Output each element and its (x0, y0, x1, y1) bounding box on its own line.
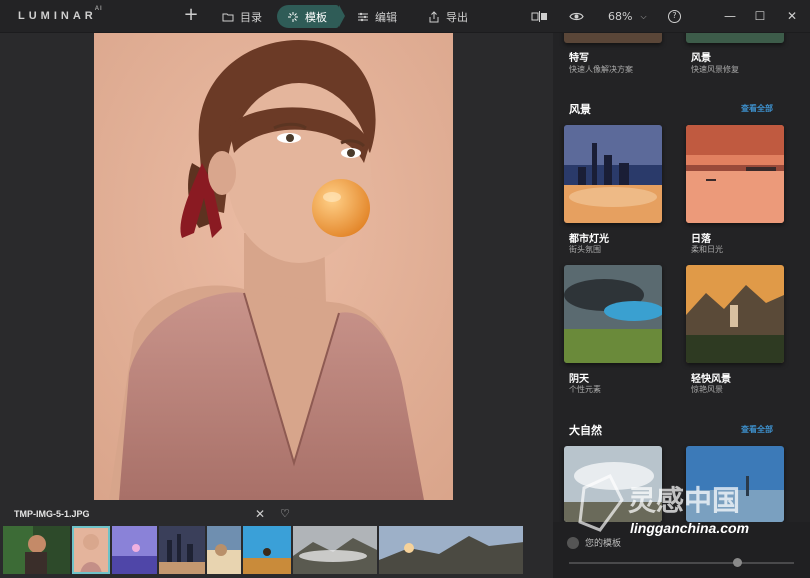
tab-edit-label: 编辑 (375, 10, 397, 24)
section-title: 大自然 (569, 424, 602, 437)
card-subtitle: 柔和日光 (691, 245, 723, 254)
zoom-value: 68% (608, 10, 633, 23)
eye-icon[interactable] (569, 10, 584, 23)
card-subtitle: 快速人像解决方案 (569, 65, 633, 74)
luminar-app-window: LUMINARAI + 目录 模板 编辑 导出 68% ⌵ ? — ☐ ✕ TM… (0, 0, 810, 578)
filmstrip-thumb[interactable] (3, 526, 70, 574)
template-card[interactable]: 风景 快速风景修复 (686, 33, 784, 74)
top-toolbar: LUMINARAI + 目录 模板 编辑 导出 68% ⌵ ? — ☐ ✕ (0, 0, 810, 33)
card-title: 日落 (691, 234, 711, 245)
export-icon (429, 10, 439, 22)
reject-icon[interactable]: ✕ (255, 507, 265, 521)
main-photo (94, 33, 453, 500)
tab-export[interactable]: 导出 (418, 5, 478, 28)
watermark-text-en: lingganchina.com (630, 520, 750, 536)
template-card-city-lights[interactable]: 都市灯光 街头氛围 (564, 125, 662, 254)
tab-templates[interactable]: 模板 (277, 5, 345, 28)
sliders-icon (358, 12, 368, 21)
template-card-overcast[interactable]: 阴天 个性元素 (564, 265, 662, 394)
tab-edit[interactable]: 编辑 (347, 5, 407, 28)
template-card[interactable]: 特写 快速人像解决方案 (564, 33, 662, 74)
close-window-button[interactable]: ✕ (784, 8, 800, 24)
card-subtitle: 惊艳风景 (691, 385, 723, 394)
current-filename: TMP-IMG-5-1.JPG (14, 509, 90, 519)
card-title: 风景 (691, 53, 711, 64)
tab-templates-label: 模板 (305, 10, 327, 24)
app-logo: LUMINARAI (18, 6, 103, 22)
filmstrip-thumb[interactable] (243, 526, 291, 574)
tab-catalog[interactable]: 目录 (212, 5, 272, 28)
template-card-sunset[interactable]: 日落 柔和日光 (686, 125, 784, 254)
filmstrip-thumb[interactable] (292, 526, 377, 574)
filmstrip-thumb[interactable] (207, 526, 242, 574)
sparkle-icon (288, 11, 298, 22)
filmstrip-thumb[interactable] (159, 526, 206, 574)
thumbnail-size-slider[interactable] (569, 562, 794, 564)
template-card-light-landscape[interactable]: 轻快风景 惊艳风景 (686, 265, 784, 394)
filmstrip-thumb-selected[interactable] (71, 526, 110, 574)
filmstrip-header: TMP-IMG-5-1.JPG ✕ ♡ (0, 503, 553, 525)
maximize-button[interactable]: ☐ (752, 8, 768, 24)
tab-export-label: 导出 (446, 10, 468, 24)
see-all-link[interactable]: 查看全部 (741, 103, 773, 114)
heart-icon[interactable]: ♡ (280, 507, 290, 520)
chevron-down-icon: ⌵ (640, 11, 647, 21)
portrait-image (94, 33, 453, 500)
help-icon[interactable]: ? (668, 10, 681, 23)
watermark-text-cn: 灵感中国 (628, 484, 740, 517)
section-title: 风景 (569, 103, 591, 116)
card-subtitle: 快速风景修复 (691, 65, 739, 74)
folder-icon (222, 13, 234, 21)
slider-handle[interactable] (733, 558, 742, 567)
card-title: 特写 (569, 53, 589, 64)
filmstrip (3, 526, 523, 574)
watermark-logo: 灵感中国 (578, 474, 740, 532)
add-photos-button[interactable]: + (183, 5, 199, 25)
tab-catalog-label: 目录 (240, 10, 262, 24)
zoom-dropdown[interactable]: 68% ⌵ (608, 10, 647, 23)
card-subtitle: 街头氛围 (569, 245, 601, 254)
card-title: 阴天 (569, 374, 589, 385)
see-all-link[interactable]: 查看全部 (741, 424, 773, 435)
card-title: 轻快风景 (691, 374, 731, 385)
compare-icon[interactable] (531, 10, 549, 23)
filmstrip-thumb[interactable] (111, 526, 158, 574)
image-canvas[interactable] (0, 33, 553, 503)
minimize-button[interactable]: — (722, 8, 738, 24)
card-title: 都市灯光 (569, 234, 609, 245)
card-subtitle: 个性元素 (569, 385, 601, 394)
filmstrip-thumb[interactable] (378, 526, 523, 574)
